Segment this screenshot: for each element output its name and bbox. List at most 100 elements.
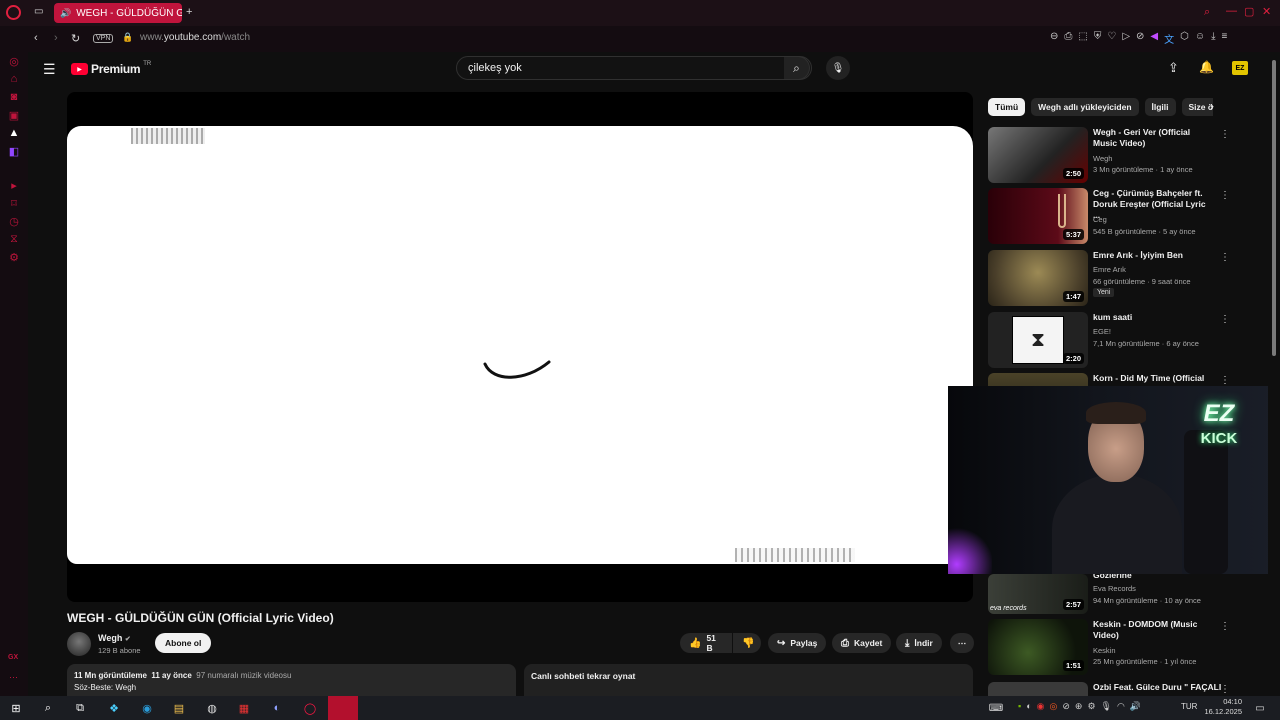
- forward-icon[interactable]: ›: [54, 32, 58, 44]
- chip-from-uploader[interactable]: Wegh adlı yükleyiciden: [1031, 98, 1139, 116]
- more-options-icon[interactable]: ⋮: [1220, 375, 1230, 386]
- search-input[interactable]: çilekeş yok ✕: [456, 56, 812, 80]
- minimize-button[interactable]: —: [1226, 5, 1237, 17]
- vpn-badge[interactable]: VPN: [93, 34, 114, 43]
- close-window-button[interactable]: ✕: [1262, 5, 1271, 18]
- record-icon[interactable]: ◉: [1037, 701, 1045, 712]
- profile-icon[interactable]: ☺: [1195, 31, 1205, 46]
- shield-icon[interactable]: ⛨: [1094, 31, 1102, 46]
- speaker-icon[interactable]: 🔊: [60, 8, 71, 19]
- maximize-button[interactable]: ▢: [1244, 5, 1254, 18]
- upload-icon[interactable]: ⇪: [1168, 60, 1179, 76]
- list-item[interactable]: 1:47 Emre Arık - İyiyim Ben Emre Arık 66…: [988, 250, 1248, 308]
- search-tabs-icon[interactable]: ⌕: [1204, 6, 1210, 19]
- chip-related[interactable]: İlgili: [1144, 98, 1176, 116]
- security-icon[interactable]: ⊘: [1062, 701, 1070, 712]
- windows-start-icon[interactable]: ⊞: [6, 699, 26, 717]
- volume-icon[interactable]: 🔊: [1130, 701, 1141, 712]
- extensions-icon[interactable]: ⬡: [1180, 31, 1189, 46]
- search-icon[interactable]: ⌕: [38, 699, 58, 717]
- hamburger-menu-icon[interactable]: ☰: [43, 61, 56, 78]
- discord-icon[interactable]: ◐: [267, 699, 287, 717]
- search-button[interactable]: ⌕: [784, 56, 810, 80]
- channel-avatar[interactable]: [67, 632, 91, 656]
- video-player[interactable]: [67, 92, 973, 602]
- share-button[interactable]: ↪ Paylaş: [768, 633, 827, 653]
- active-app-indicator[interactable]: [328, 696, 358, 720]
- chips-next-icon[interactable]: ›: [1210, 99, 1214, 113]
- heart-icon[interactable]: ♡: [1107, 31, 1116, 46]
- player-icon[interactable]: ▷: [1122, 31, 1130, 46]
- keyboard-icon[interactable]: ⌨: [986, 699, 1006, 717]
- wifi-icon[interactable]: ◠: [1117, 701, 1125, 712]
- network-icon[interactable]: ⊕: [1075, 701, 1083, 712]
- description-box[interactable]: 11 Mn görüntüleme 11 ay önce 97 numaralı…: [67, 664, 516, 696]
- language-indicator[interactable]: TUR: [1181, 702, 1197, 711]
- avatar[interactable]: EZ: [1232, 61, 1248, 75]
- edge-icon[interactable]: ◉: [137, 699, 157, 717]
- video-thumbnail[interactable]: 2:50: [988, 127, 1088, 183]
- discord-tray-icon[interactable]: ◐: [1026, 701, 1031, 712]
- reload-icon[interactable]: ↻: [71, 32, 80, 45]
- menu-icon[interactable]: ≡: [1221, 31, 1227, 46]
- like-button[interactable]: 👍 51 B: [680, 633, 732, 653]
- pinboard-icon[interactable]: ⌑: [0, 194, 28, 212]
- chip-for-you[interactable]: Size ö: [1181, 98, 1213, 116]
- list-item[interactable]: Ozbi Feat. Gülce Duru " FAÇALI ⋮: [988, 682, 1248, 696]
- page-scrollbar[interactable]: [1268, 52, 1280, 696]
- new-tab-button[interactable]: +: [186, 6, 192, 18]
- player-sidebar-icon[interactable]: ▸: [0, 176, 28, 194]
- dislike-button[interactable]: 👎: [733, 633, 761, 653]
- clock[interactable]: 04:10 16.12.2025: [1202, 697, 1242, 717]
- tab-manager-icon[interactable]: ▭: [34, 6, 43, 17]
- more-options-icon[interactable]: ⋮: [1220, 314, 1230, 325]
- video-thumbnail[interactable]: 5:37: [988, 188, 1088, 244]
- list-item[interactable]: 5:37 Ceg - Çürümüş Bahçeler ft. Doruk Er…: [988, 188, 1248, 246]
- adblock-icon[interactable]: ⊘: [1136, 31, 1144, 46]
- video-thumbnail[interactable]: eva records 2:57: [988, 574, 1088, 614]
- voicemeeter-icon[interactable]: ▦: [234, 699, 254, 717]
- more-options-icon[interactable]: ⋮: [1220, 252, 1230, 263]
- file-explorer-icon[interactable]: ▤: [169, 699, 189, 717]
- vk-icon[interactable]: ▣: [0, 106, 28, 124]
- obs-icon[interactable]: ◍: [202, 699, 222, 717]
- channel-name[interactable]: Wegh ✔: [98, 633, 131, 643]
- subscribe-button[interactable]: Abone ol: [155, 633, 212, 653]
- youtube-logo[interactable]: ▶ Premium TR: [71, 61, 151, 76]
- kick-icon[interactable]: ▲: [0, 124, 28, 142]
- downloads-icon[interactable]: ⤓: [1211, 31, 1215, 46]
- lock-icon[interactable]: 🔒: [122, 32, 133, 43]
- url-field[interactable]: www.youtube.com/watch: [140, 32, 250, 43]
- opera-logo-icon[interactable]: [6, 5, 21, 20]
- settings-icon[interactable]: ⚙: [0, 248, 28, 266]
- chip-all[interactable]: Tümü: [988, 98, 1026, 116]
- more-options-icon[interactable]: ⋮: [1220, 190, 1230, 201]
- aria-icon[interactable]: ◎: [0, 52, 28, 70]
- snapshot-icon[interactable]: ⬚: [1078, 31, 1087, 46]
- list-item[interactable]: 2:50 Wegh - Geri Ver (Official Music Vid…: [988, 127, 1248, 185]
- task-view-icon[interactable]: ⧉: [70, 699, 90, 717]
- download-button[interactable]: ⤓ İndir: [896, 633, 942, 653]
- bookmark-icon[interactable]: ⎙: [1064, 31, 1072, 46]
- steelseries-icon[interactable]: ◎: [1050, 701, 1058, 712]
- live-chat-replay-panel[interactable]: Canlı sohbeti tekrar oynat: [524, 664, 973, 696]
- video-thumbnail[interactable]: ⧗ 2:20: [988, 312, 1088, 368]
- video-thumbnail[interactable]: [988, 682, 1088, 696]
- mic-tray-icon[interactable]: 🎙: [1101, 701, 1112, 712]
- back-icon[interactable]: ‹: [34, 32, 38, 44]
- messenger-icon[interactable]: ◙: [0, 88, 28, 106]
- video-thumbnail[interactable]: 1:51: [988, 619, 1088, 675]
- twitch-icon[interactable]: ◧: [0, 142, 28, 160]
- save-button[interactable]: ⎙ Kaydet: [832, 633, 892, 653]
- notification-center-icon[interactable]: ▭: [1250, 699, 1270, 717]
- more-options-icon[interactable]: ⋮: [1220, 621, 1230, 632]
- audio-icon[interactable]: ◀: [1150, 31, 1158, 46]
- nvidia-icon[interactable]: ▪: [1018, 701, 1021, 712]
- translate-icon[interactable]: 文: [1164, 31, 1174, 46]
- clock-icon[interactable]: ⧖: [0, 230, 28, 248]
- scrollbar-thumb[interactable]: [1272, 60, 1276, 356]
- opera-gx-icon[interactable]: ◯: [300, 699, 320, 717]
- list-item[interactable]: 1:51 Keskin - DOMDOM (Music Video) Keski…: [988, 619, 1248, 677]
- copilot-icon[interactable]: ❖: [104, 699, 124, 717]
- bag-icon[interactable]: ⌂: [0, 70, 28, 88]
